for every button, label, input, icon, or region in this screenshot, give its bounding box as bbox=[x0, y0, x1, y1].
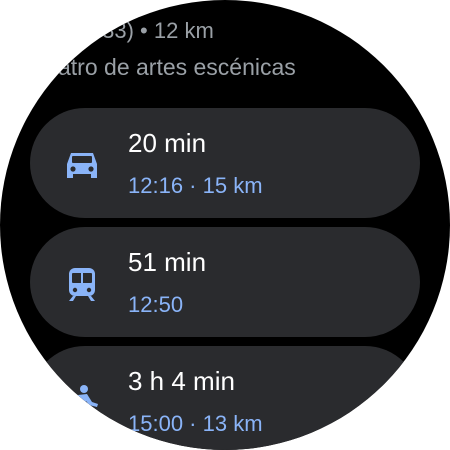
watch-screen: (71,733) • 12 km atro de artes escénicas… bbox=[0, 0, 450, 450]
route-option-drive[interactable]: 20 min 12:16 · 15 km bbox=[30, 108, 420, 218]
train-icon bbox=[62, 264, 102, 304]
rating-distance-text: (71,733) • 12 km bbox=[52, 18, 214, 43]
route-option-transit[interactable]: 51 min 12:50 bbox=[30, 227, 420, 337]
route-duration: 3 h 4 min bbox=[128, 366, 235, 396]
route-arrival-time: 12:50 bbox=[128, 292, 184, 317]
route-duration: 51 min bbox=[128, 247, 207, 277]
route-arrival-distance: 15:00 · 13 km bbox=[128, 411, 263, 436]
route-option-walk[interactable]: 3 h 4 min 15:00 · 13 km bbox=[30, 346, 420, 450]
place-category-text: atro de artes escénicas bbox=[58, 54, 296, 80]
route-duration: 20 min bbox=[128, 128, 207, 158]
route-arrival-distance: 12:16 · 15 km bbox=[128, 173, 263, 198]
walking-icon bbox=[62, 383, 102, 423]
car-icon bbox=[62, 145, 102, 185]
